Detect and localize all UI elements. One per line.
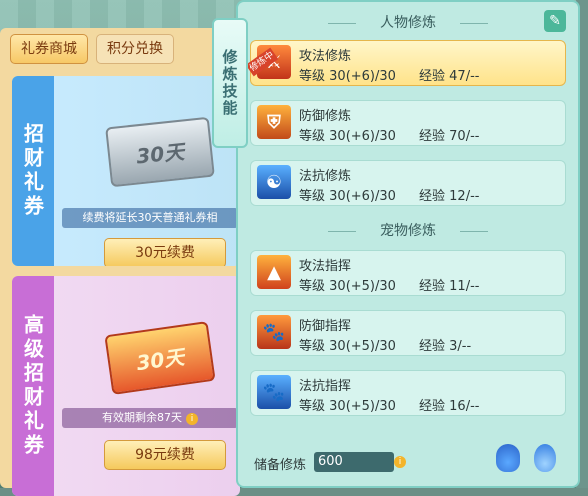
level-value: 30(+5)/30	[329, 279, 396, 294]
coupon-ticket-icon: 30天	[104, 321, 216, 395]
skill-stats: 等级 30(+5)/30 经验 3/--	[299, 335, 471, 354]
exp-label: 经验	[419, 129, 446, 144]
exp-value: 16/--	[449, 399, 480, 414]
skill-row-pet-attack[interactable]: ▲ 攻法指挥 等级 30(+5)/30 经验 11/--	[250, 250, 566, 296]
skill-name: 防御指挥	[299, 319, 352, 334]
exp-value: 70/--	[449, 129, 480, 144]
skill-name: 法抗修炼	[299, 169, 352, 184]
skill-name: 攻法指挥	[299, 259, 352, 274]
skill-name: 攻法修炼	[299, 49, 352, 64]
skill-stats: 等级 30(+5)/30 经验 16/--	[299, 395, 479, 414]
level-value: 30(+5)/30	[329, 399, 396, 414]
tab-cultivation-label: 修炼技能	[220, 49, 239, 117]
renew-98-button[interactable]: 98元续费	[104, 440, 226, 470]
exp-value: 11/--	[449, 279, 480, 294]
skill-row-pet-resist[interactable]: 🐾 法抗指挥 等级 30(+5)/30 经验 16/--	[250, 370, 566, 416]
person-section-title: 人物修炼	[328, 12, 488, 34]
level-label: 等级	[299, 279, 326, 294]
pet-attack-command-icon: ▲	[257, 255, 291, 289]
level-label: 等级	[299, 129, 326, 144]
level-label: 等级	[299, 189, 326, 204]
tab-points-exchange[interactable]: 积分兑换	[96, 34, 174, 64]
ticket-text: 30天	[135, 139, 186, 168]
validity-notice: 有效期剩余87天 i	[62, 408, 238, 428]
exp-label: 经验	[419, 339, 446, 354]
card-title: 高级招财礼券	[20, 314, 45, 458]
level-label: 等级	[299, 69, 326, 84]
validity-text: 有效期剩余87天	[102, 411, 182, 424]
cultivation-panel: 人物修炼 ✎ ⚔ 修炼中 攻法修炼 等级 30(+6)/30经验 47/-- ⛨…	[236, 0, 580, 488]
level-value: 30(+6)/30	[329, 69, 396, 84]
exp-label: 经验	[419, 399, 446, 414]
skill-row-pet-defense[interactable]: 🐾 防御指挥 等级 30(+5)/30 经验 3/--	[250, 310, 566, 356]
level-value: 30(+6)/30	[329, 129, 396, 144]
skill-stats: 等级 30(+6)/30 经验 12/--	[299, 185, 479, 204]
renew-30-button[interactable]: 30元续费	[104, 238, 226, 266]
shop-tabs: 礼券商城 积分兑换	[10, 34, 174, 66]
fortune-coupon-card: 招财礼券 30天 续费将延长30天普通礼券相 30元续费	[12, 76, 240, 266]
renew-notice: 续费将延长30天普通礼券相	[62, 208, 238, 228]
tab-coupon-mall[interactable]: 礼券商城	[10, 34, 88, 64]
pet-section-title: 宠物修炼	[328, 220, 488, 242]
level-value: 30(+6)/30	[329, 189, 396, 204]
skill-name: 防御修炼	[299, 109, 352, 124]
level-value: 30(+5)/30	[329, 339, 396, 354]
ticket-text: 30天	[134, 344, 186, 375]
reserve-label: 储备修炼	[254, 458, 307, 473]
skill-row-defense[interactable]: ⛨ 防御修炼 等级 30(+6)/30 经验 70/--	[250, 100, 566, 146]
edit-icon[interactable]: ✎	[544, 10, 566, 32]
exp-value: 47/--	[449, 69, 480, 84]
exp-value: 3/--	[449, 339, 472, 354]
defense-cultivation-icon: ⛨	[257, 105, 291, 139]
potion-icon[interactable]	[496, 444, 520, 472]
premium-fortune-coupon-card: 高级招财礼券 30天 有效期剩余87天 i 98元续费	[12, 276, 240, 496]
tab-cultivation-skills[interactable]: 修炼技能	[212, 18, 248, 148]
skill-stats: 等级 30(+6)/30 经验 47/--	[299, 65, 479, 84]
exp-label: 经验	[419, 189, 446, 204]
exp-label: 经验	[419, 69, 446, 84]
info-icon[interactable]: i	[186, 413, 198, 425]
skill-row-attack[interactable]: ⚔ 修炼中 攻法修炼 等级 30(+6)/30经验 47/--	[245, 40, 566, 86]
pet-defense-command-icon: 🐾	[257, 315, 291, 349]
level-label: 等级	[299, 399, 326, 414]
skill-name: 法抗指挥	[299, 379, 352, 394]
exp-value: 12/--	[449, 189, 480, 204]
card-side-banner: 招财礼券	[12, 76, 54, 266]
skill-row-magic-resist[interactable]: ☯ 法抗修炼 等级 30(+6)/30 经验 12/--	[250, 160, 566, 206]
pet-resist-command-icon: 🐾	[257, 375, 291, 409]
coupon-ticket-icon: 30天	[105, 116, 215, 188]
coupon-shop-panel: 礼券商城 积分兑换 招财礼券 30天 续费将延长30天普通礼券相 30元续费 高…	[0, 28, 240, 496]
renew-notice-text: 续费将延长30天普通礼券相	[82, 211, 218, 224]
skill-stats: 等级 30(+5)/30 经验 11/--	[299, 275, 479, 294]
reserve-value: 600	[314, 452, 394, 472]
card-side-banner: 高级招财礼券	[12, 276, 54, 496]
info-icon[interactable]: i	[394, 456, 406, 468]
exp-label: 经验	[419, 279, 446, 294]
card-title: 招财礼券	[20, 123, 45, 219]
flame-icon[interactable]	[534, 444, 556, 472]
skill-stats: 等级 30(+6)/30 经验 70/--	[299, 125, 479, 144]
level-label: 等级	[299, 339, 326, 354]
magic-resist-cultivation-icon: ☯	[257, 165, 291, 199]
